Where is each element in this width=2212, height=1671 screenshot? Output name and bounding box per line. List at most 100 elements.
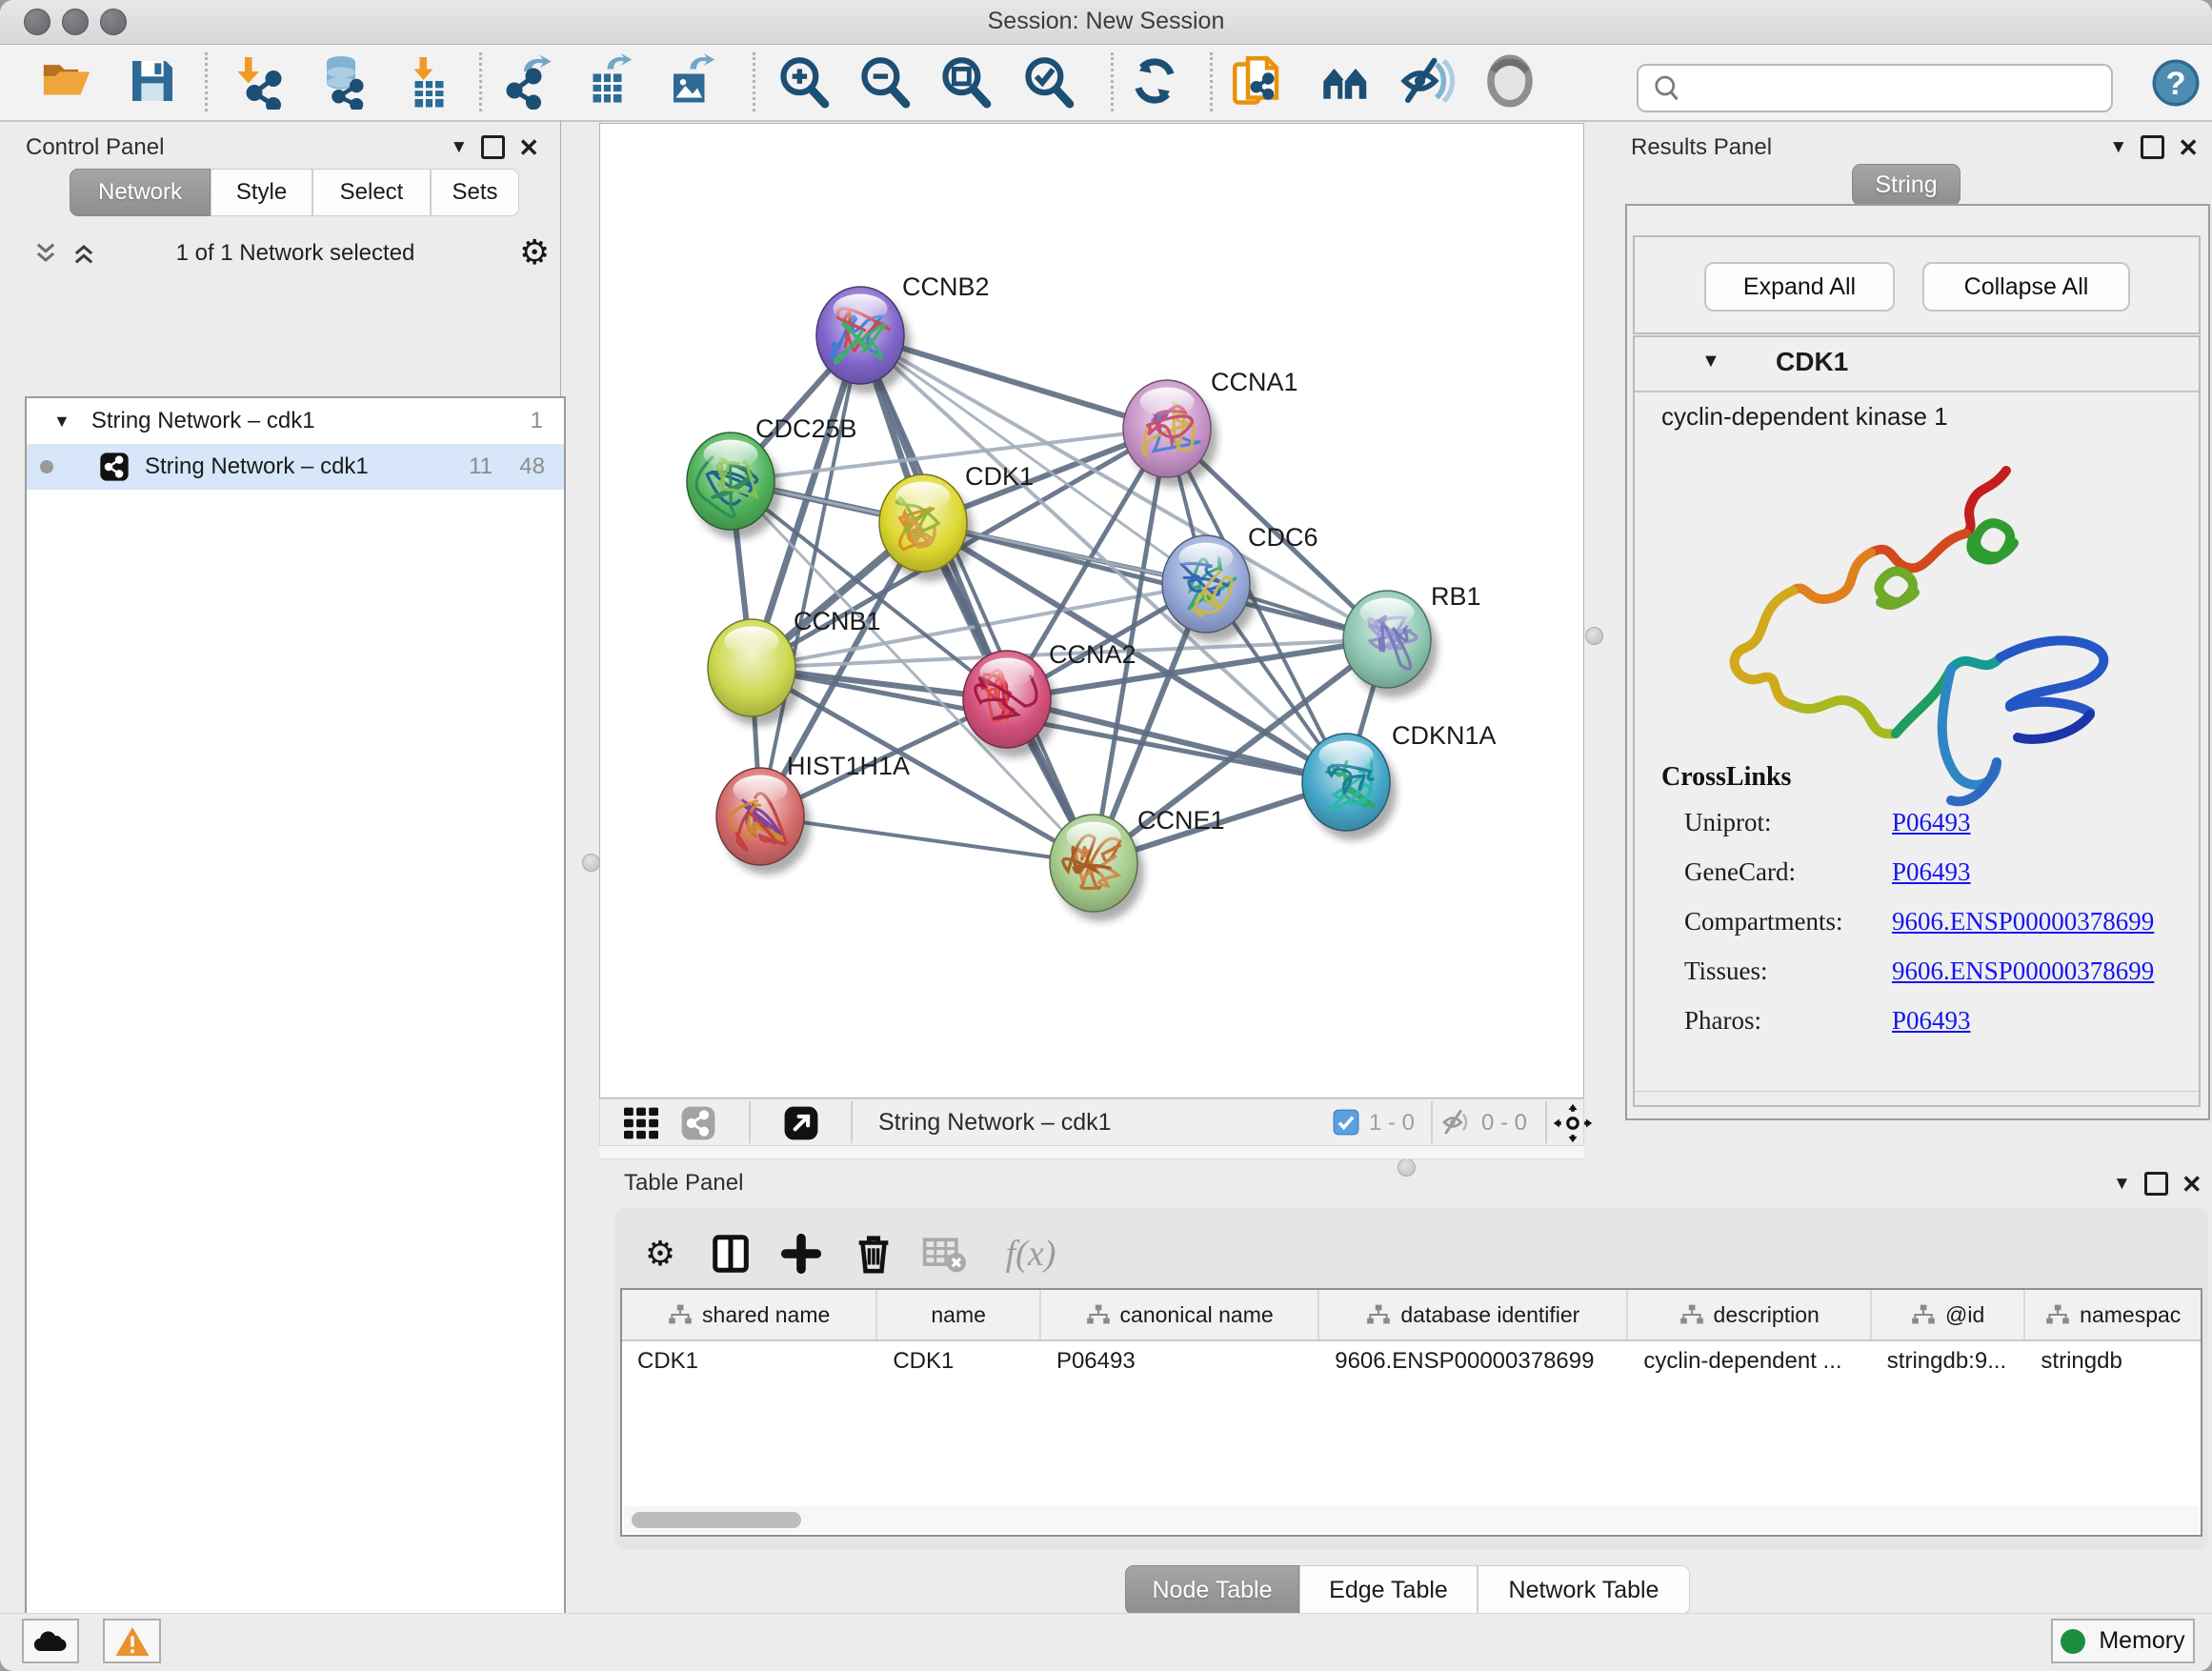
delete-column-button[interactable] (845, 1225, 902, 1282)
pan-crosshair-icon[interactable] (1553, 1103, 1593, 1143)
node-CCNB2[interactable] (816, 287, 911, 393)
first-neighbors-button[interactable] (1316, 50, 1377, 111)
tab-sets[interactable]: Sets (431, 169, 519, 216)
crosslink-link[interactable]: P06493 (1892, 857, 1971, 887)
cell-id[interactable]: stringdb:9... (1872, 1339, 2026, 1383)
node-HIST1H1A[interactable] (716, 768, 811, 875)
node-CDC25B[interactable] (687, 433, 781, 539)
panel-maximize-icon[interactable] (2144, 1172, 2168, 1196)
network-selection-summary: 1 of 1 Network selected (124, 240, 467, 267)
panel-close-icon[interactable]: ✕ (518, 138, 539, 157)
panel-maximize-icon[interactable] (2141, 135, 2164, 159)
import-table-button[interactable] (396, 50, 457, 111)
tab-node-table[interactable]: Node Table (1125, 1565, 1299, 1615)
network-options-gear-icon[interactable]: ⚙ (519, 235, 550, 270)
hide-selected-button[interactable] (1397, 50, 1458, 111)
panel-float-icon[interactable]: ▼ (2109, 137, 2127, 158)
collapse-all-button[interactable]: Collapse All (1922, 262, 2130, 312)
warnings-button[interactable] (103, 1619, 161, 1663)
tree-caret-icon[interactable]: ▼ (53, 412, 70, 432)
string-network-graph[interactable]: CCNB2CCNA1CDC25BCDK1CDC6RB1CCNB1CCNA2CDK… (600, 124, 1583, 1097)
protein-section-header[interactable]: ▼ CDK1 (1635, 337, 2199, 393)
zoom-out-button[interactable] (854, 50, 915, 111)
panel-float-icon[interactable]: ▼ (2113, 1174, 2131, 1195)
column-header-name[interactable]: name (877, 1290, 1041, 1339)
export-table-button[interactable] (579, 50, 640, 111)
cell-database-identifier[interactable]: 9606.ENSP00000378699 (1319, 1339, 1628, 1383)
cell-namespace[interactable]: stringdb (2025, 1339, 2201, 1383)
section-caret-icon[interactable]: ▼ (1701, 351, 1720, 372)
open-session-button[interactable] (36, 50, 97, 111)
show-columns-button[interactable] (702, 1225, 759, 1282)
memory-button[interactable]: Memory (2051, 1619, 2195, 1663)
search-input[interactable] (1690, 74, 2111, 103)
tab-style[interactable]: Style (211, 169, 312, 216)
zoom-fit-button[interactable] (935, 50, 995, 111)
node-CCNA1[interactable] (1123, 380, 1217, 487)
help-button[interactable]: ? (2145, 52, 2206, 113)
node-RB1[interactable] (1343, 591, 1438, 697)
node-CDKN1A[interactable] (1302, 734, 1397, 840)
network-row-selected[interactable]: String Network – cdk1 11 48 (27, 444, 564, 490)
right-splitter-handle[interactable] (1585, 627, 1603, 645)
crosslink-link[interactable]: P06493 (1892, 1006, 1971, 1036)
node-CCNE1[interactable] (1050, 815, 1144, 921)
tab-select[interactable]: Select (312, 169, 431, 216)
table-horizontal-scrollbar[interactable] (624, 1506, 2199, 1533)
collapse-all-icon[interactable] (32, 240, 59, 267)
scrollbar-thumb[interactable] (632, 1512, 801, 1528)
save-session-button[interactable] (122, 50, 183, 111)
application-window: Session: New Session (0, 0, 2212, 1671)
expand-all-button[interactable]: Expand All (1704, 262, 1895, 312)
tab-edge-table[interactable]: Edge Table (1299, 1565, 1478, 1615)
open-in-browser-icon[interactable] (783, 1105, 819, 1141)
panel-float-icon[interactable]: ▼ (450, 137, 468, 158)
clone-network-button[interactable] (1227, 50, 1288, 111)
create-column-button[interactable] (773, 1225, 830, 1282)
edge-CCNB2-HIST1H1A[interactable] (760, 335, 860, 816)
export-image-button[interactable] (662, 50, 723, 111)
column-header-shared-name[interactable]: shared name (622, 1290, 877, 1339)
edge-CCNB2-CCNE1[interactable] (860, 335, 1094, 863)
bottom-splitter-handle[interactable] (1398, 1158, 1416, 1177)
cloud-status-button[interactable] (22, 1619, 79, 1663)
column-header-canonical-name[interactable]: canonical name (1041, 1290, 1319, 1339)
cell-shared-name[interactable]: CDK1 (622, 1339, 877, 1383)
import-network-database-button[interactable] (311, 50, 372, 111)
crosslink-link[interactable]: 9606.ENSP00000378699 (1892, 907, 2154, 936)
search-field[interactable] (1637, 64, 2113, 112)
cell-description[interactable]: cyclin-dependent ... (1628, 1339, 1871, 1383)
network-canvas[interactable]: CCNB2CCNA1CDC25BCDK1CDC6RB1CCNB1CCNA2CDK… (599, 123, 1584, 1098)
panel-close-icon[interactable]: ✕ (2182, 1175, 2202, 1194)
refresh-view-button[interactable] (1124, 50, 1185, 111)
tab-network[interactable]: Network (70, 169, 211, 216)
expand-all-icon[interactable] (70, 240, 97, 267)
toolbar-separator (753, 52, 755, 111)
crosslink-link[interactable]: P06493 (1892, 808, 1971, 837)
column-header-id[interactable]: @id (1872, 1290, 2026, 1339)
left-splitter-handle[interactable] (582, 854, 600, 872)
column-header-description[interactable]: description (1628, 1290, 1871, 1339)
panel-close-icon[interactable]: ✕ (2178, 138, 2199, 157)
crosslink-link[interactable]: 9606.ENSP00000378699 (1892, 956, 2154, 986)
table-row[interactable]: CDK1 CDK1 P06493 9606.ENSP00000378699 cy… (622, 1339, 2201, 1383)
column-header-namespace[interactable]: namespac (2025, 1290, 2201, 1339)
cell-name[interactable]: CDK1 (877, 1339, 1041, 1383)
column-header-database-identifier[interactable]: database identifier (1319, 1290, 1628, 1339)
tab-string[interactable]: String (1852, 164, 1961, 206)
birds-eye-view-icon[interactable] (622, 1106, 660, 1140)
zoom-in-button[interactable] (773, 50, 834, 111)
import-network-file-button[interactable] (229, 50, 290, 111)
panel-maximize-icon[interactable] (481, 135, 505, 159)
show-all-button[interactable] (1479, 50, 1540, 111)
zoom-selected-button[interactable] (1017, 50, 1078, 111)
cell-canonical-name[interactable]: P06493 (1041, 1339, 1319, 1383)
selected-checkbox-icon[interactable] (1333, 1109, 1359, 1136)
node-CDK1[interactable] (879, 474, 974, 581)
tab-network-table[interactable]: Network Table (1478, 1565, 1690, 1615)
table-options-button[interactable]: ⚙ (632, 1225, 689, 1282)
results-scrollbar-track[interactable] (1635, 1091, 2199, 1105)
string-settings-icon[interactable] (680, 1105, 716, 1141)
network-collection-row[interactable]: ▼ String Network – cdk1 1 (27, 398, 564, 444)
export-network-button[interactable] (498, 50, 559, 111)
